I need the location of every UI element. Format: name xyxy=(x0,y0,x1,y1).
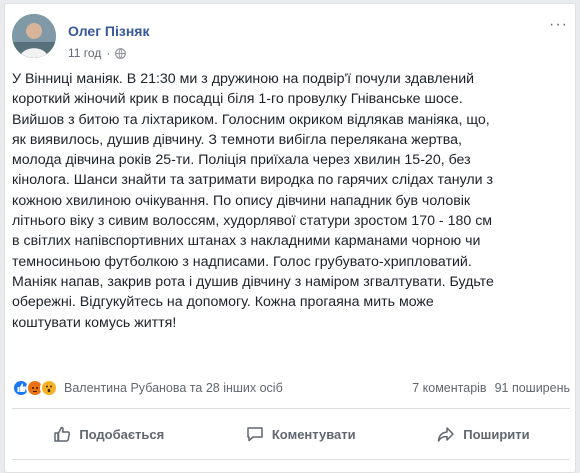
divider xyxy=(12,408,570,409)
comment-label: Коментувати xyxy=(271,426,356,442)
comment-button[interactable]: Коментувати xyxy=(235,418,366,450)
comment-icon xyxy=(247,427,263,442)
share-icon xyxy=(438,427,454,442)
author-name[interactable]: Олег Пізняк xyxy=(68,23,149,39)
comments-count-link[interactable]: 7 коментарів xyxy=(412,381,486,395)
globe-icon[interactable] xyxy=(115,47,127,59)
post-time[interactable]: 11 год xyxy=(68,46,101,60)
more-options-button[interactable]: ··· xyxy=(549,17,568,33)
avatar-image xyxy=(12,14,56,58)
reaction-names-link[interactable]: Валентина Рубанова та 28 інших осіб xyxy=(64,381,412,395)
post-text: У Вінниці маніяк. В 21:30 ми з дружиною … xyxy=(12,71,494,331)
thumbs-up-icon xyxy=(54,426,71,442)
wow-reaction-icon xyxy=(40,379,58,397)
post-header: Олег Пізняк 11 год · ··· xyxy=(12,14,572,64)
like-label: Подобається xyxy=(79,426,165,442)
like-button[interactable]: Подобається xyxy=(42,418,174,450)
shares-count-link[interactable]: 91 поширень xyxy=(495,381,570,395)
post-card: Олег Пізняк 11 год · ··· У Вінниці манія… xyxy=(4,3,576,473)
avatar[interactable] xyxy=(12,14,56,58)
share-button[interactable]: Поширити xyxy=(426,418,539,450)
reactions-bar: Валентина Рубанова та 28 інших осіб 7 ко… xyxy=(12,376,570,400)
separator-dot: · xyxy=(106,46,111,60)
reaction-icons[interactable] xyxy=(12,379,58,397)
share-label: Поширити xyxy=(463,426,530,442)
post-meta: 11 год · xyxy=(68,46,127,60)
action-bar: Подобається Коментувати Поширити xyxy=(12,414,570,454)
post-stats: 7 коментарів 91 поширень xyxy=(412,381,570,395)
bottom-divider xyxy=(12,459,570,460)
